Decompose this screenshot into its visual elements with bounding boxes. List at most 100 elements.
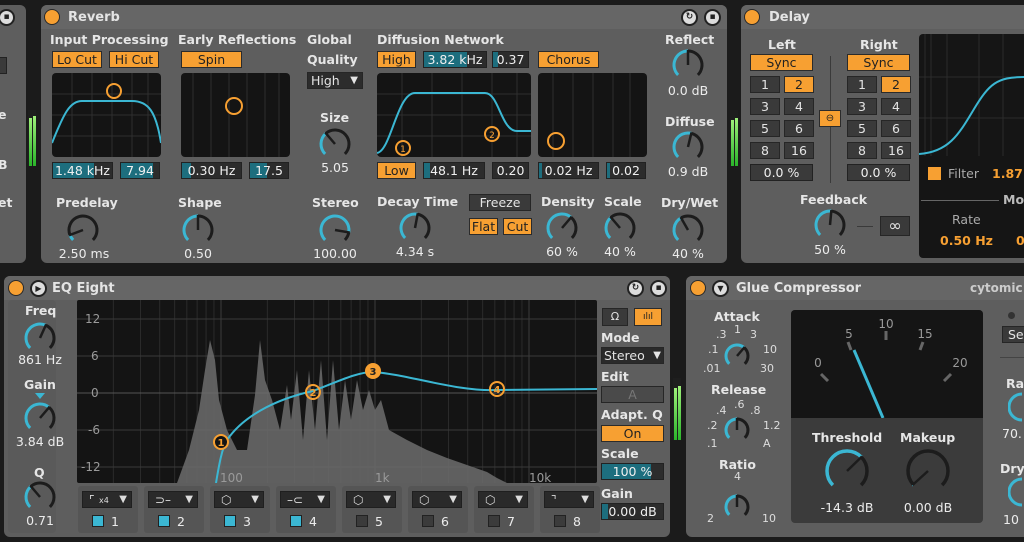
left-division-button[interactable]: 8 [750,142,780,159]
density-knob[interactable] [544,210,580,246]
chorus-button[interactable]: Chorus [538,51,599,68]
filter-toggle[interactable] [928,167,941,180]
band-filter-type-dropdown[interactable]: ⬡ ▼ [214,491,264,508]
band-filter-type-dropdown[interactable]: ⌝ ▼ [544,491,594,508]
band-filter-type-dropdown[interactable]: ⬡ ▼ [478,491,528,508]
ratio-knob[interactable] [721,491,753,523]
right-division-button[interactable]: 2 [881,76,911,93]
band-enable-toggle[interactable] [422,515,434,527]
shape-knob[interactable] [180,212,216,248]
link-button[interactable]: ⊖ [819,110,841,127]
right-division-button[interactable]: 4 [881,98,911,115]
rate-value[interactable]: 0.50 Hz [940,233,993,248]
gain-knob[interactable] [22,400,58,436]
lo-cut-button[interactable]: Lo Cut [52,51,102,68]
diffusion-graph[interactable]: 1 2 [377,73,531,157]
band-enable-toggle[interactable] [554,515,566,527]
left-offset-field[interactable]: 0.0 % [750,164,813,181]
right-division-button[interactable]: 5 [847,120,877,137]
hot-swap-icon[interactable]: ↻ [627,280,644,297]
sidechain-button[interactable]: Se [1002,326,1024,343]
makeup-knob[interactable] [903,446,953,496]
input-width-field[interactable]: 7.94 [120,162,160,179]
flat-button[interactable]: Flat [469,218,498,235]
dry-wet-knob[interactable] [670,212,706,248]
input-filter-graph[interactable] [52,73,161,157]
left-division-button[interactable]: 2 [784,76,814,93]
high-freq-field[interactable]: 3.82 kHz [423,51,487,68]
right-division-button[interactable]: 8 [847,142,877,159]
band-filter-type-dropdown[interactable]: ⬡ ▼ [412,491,462,508]
glue-power-button[interactable] [690,280,706,296]
band-filter-type-dropdown[interactable]: –⊂ ▼ [280,491,330,508]
spin-amount-field[interactable]: 17.5 [249,162,289,179]
band-filter-type-dropdown[interactable]: ⌜ x4 ▼ [82,491,132,508]
play-icon[interactable]: ▶ [30,280,47,297]
chorus-amount-field[interactable]: 0.02 [606,162,646,179]
band-filter-type-dropdown[interactable]: ⊃– ▼ [148,491,198,508]
predelay-knob[interactable] [65,212,101,248]
save-preset-icon[interactable]: ▪ [650,280,667,297]
high-button[interactable]: High [377,51,416,68]
band-enable-toggle[interactable] [356,515,368,527]
size-knob[interactable] [317,126,353,162]
left-sync-button[interactable]: Sync [750,54,813,71]
delay-power-button[interactable] [744,9,760,25]
band-enable-toggle[interactable] [488,515,500,527]
eq-power-button[interactable] [8,280,24,296]
reflect-knob[interactable] [670,47,706,83]
q-knob[interactable] [22,479,58,515]
attack-knob[interactable] [721,340,753,372]
spin-rate-field[interactable]: 0.30 Hz [181,162,242,179]
left-division-button[interactable]: 4 [784,98,814,115]
edit-a-button[interactable]: A [601,386,664,403]
hi-cut-button[interactable]: Hi Cut [109,51,159,68]
right-division-button[interactable]: 16 [881,142,911,159]
threshold-knob[interactable] [822,446,872,496]
save-icon[interactable]: ▪ [0,9,15,26]
chorus-graph[interactable] [538,73,647,157]
left-division-button[interactable]: 6 [784,120,814,137]
audition-button[interactable]: Ω [602,308,628,326]
band-enable-toggle[interactable] [224,515,236,527]
low-val-field[interactable]: 0.20 [492,162,529,179]
left-division-button[interactable]: 3 [750,98,780,115]
left-division-button[interactable]: 1 [750,76,780,93]
diffuse-knob[interactable] [670,129,706,165]
adaptive-q-toggle[interactable]: On [601,425,664,442]
cut-button[interactable]: Cut [503,218,532,235]
early-reflections-graph[interactable] [181,73,290,157]
quality-dropdown[interactable]: High ▼ [307,72,363,89]
spectrum-toggle[interactable]: ılıl [634,308,662,326]
scale-knob[interactable] [602,210,638,246]
spin-button[interactable]: Spin [181,51,242,68]
hot-swap-icon[interactable]: ↻ [681,9,698,26]
band-enable-toggle[interactable] [92,515,104,527]
right-sync-button[interactable]: Sync [847,54,910,71]
eq-display[interactable]: 1 2 3 4 12 6 0 -6 -12 100 1k 10k [77,300,597,483]
infinite-feedback-button[interactable]: ∞ [880,216,910,236]
input-freq-field[interactable]: 1.48 kHz [52,162,113,179]
stereo-knob[interactable] [317,212,353,248]
band-enable-toggle[interactable] [158,515,170,527]
band-filter-type-dropdown[interactable]: ⬡ ▼ [346,491,396,508]
freq-knob[interactable] [22,320,58,356]
output-gain-field[interactable]: 0.00 dB [601,503,664,520]
reverb-power-button[interactable] [44,9,60,25]
decay-time-knob[interactable] [397,210,433,246]
dry-wet-knob[interactable] [1008,477,1024,507]
right-offset-field[interactable]: 0.0 % [847,164,910,181]
scale-field[interactable]: 100 % [601,463,664,480]
save-preset-icon[interactable]: ▪ [704,9,721,26]
band-enable-toggle[interactable] [290,515,302,527]
left-division-button[interactable]: 5 [750,120,780,137]
feedback-knob[interactable] [812,207,848,243]
left-division-button[interactable]: 16 [784,142,814,159]
mode-dropdown[interactable]: Stereo ▼ [601,347,664,364]
freeze-button[interactable]: Freeze [469,194,531,211]
release-knob[interactable] [721,414,753,446]
range-knob[interactable] [1008,392,1024,422]
right-division-button[interactable]: 6 [881,120,911,137]
low-button[interactable]: Low [377,162,416,179]
high-val-field[interactable]: 0.37 [492,51,529,68]
